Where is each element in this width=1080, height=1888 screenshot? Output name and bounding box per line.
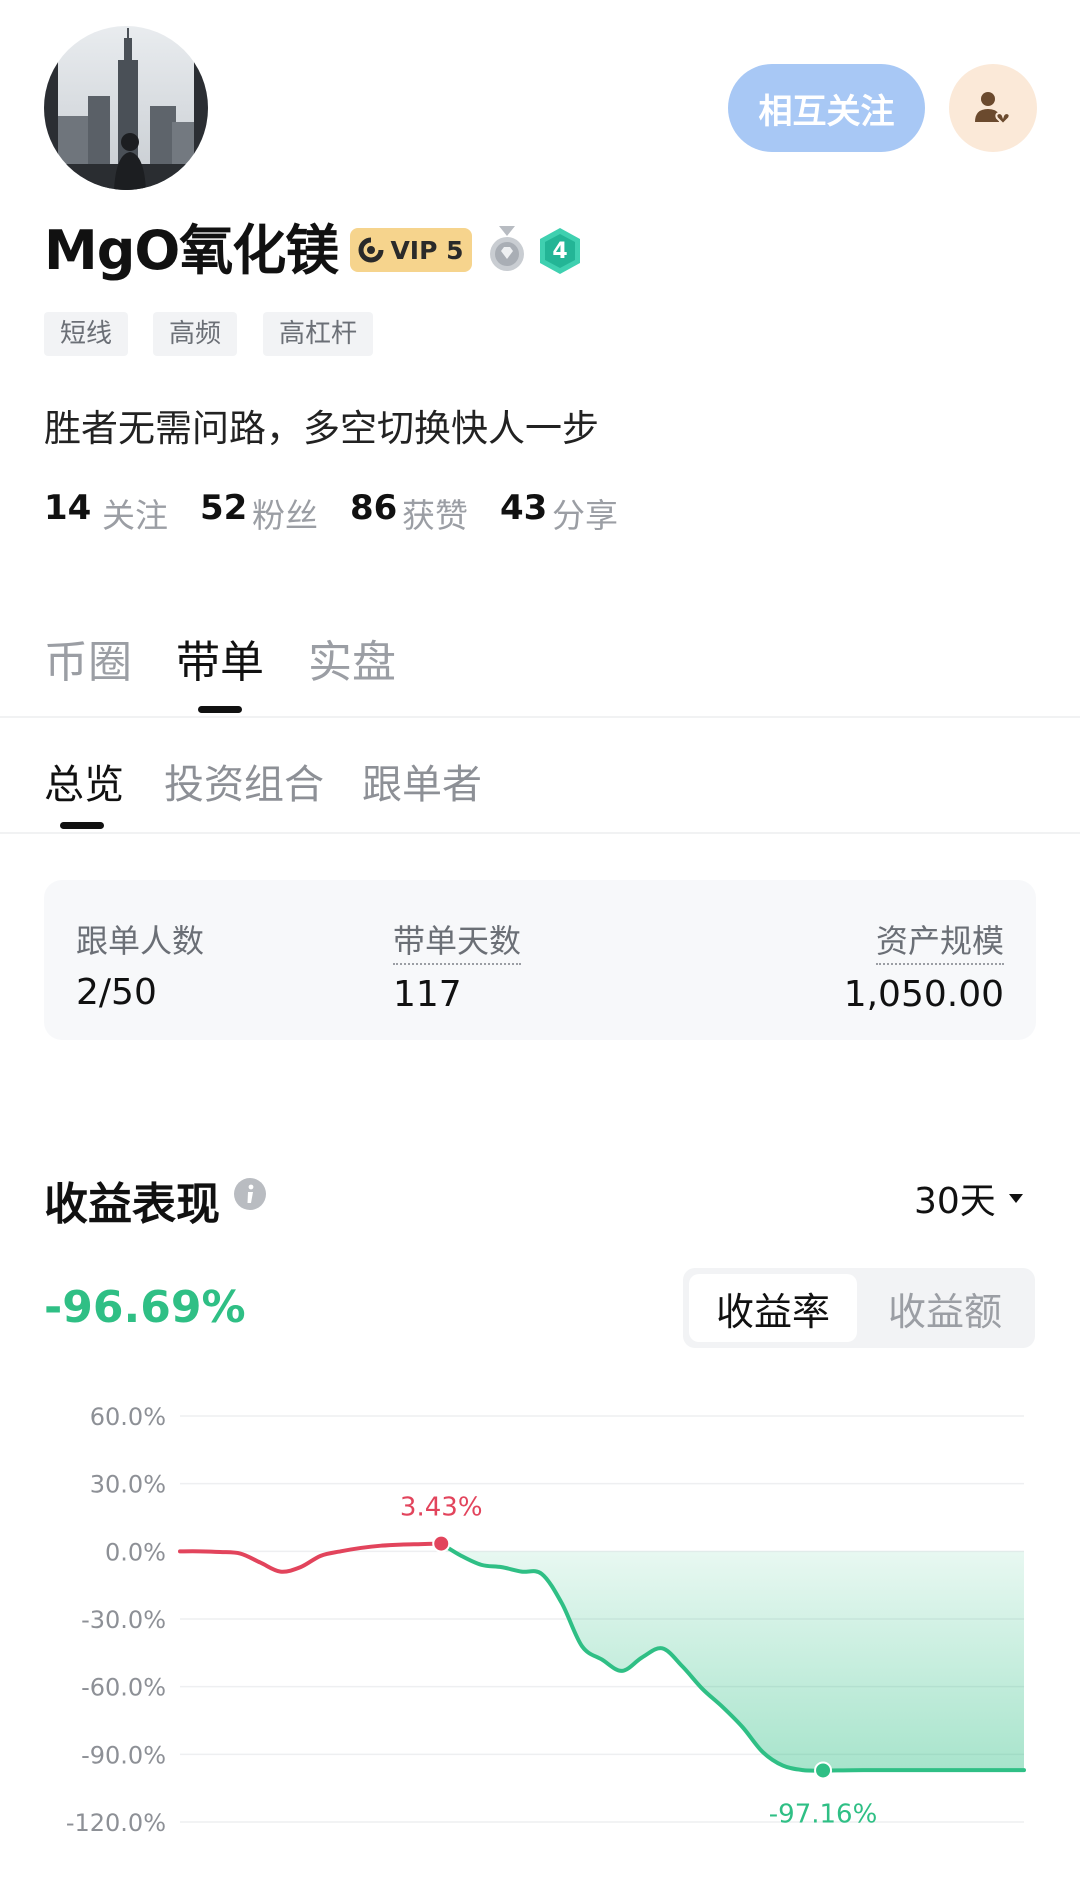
- level-number: 4: [552, 238, 568, 264]
- level-badge: 4: [537, 226, 583, 276]
- trading-days-value: 117: [393, 974, 462, 1015]
- user-heart-icon: [975, 92, 1011, 126]
- peak-point: [432, 1534, 451, 1553]
- aum-label[interactable]: 资产规模: [875, 916, 1004, 965]
- avatar-image: [44, 26, 208, 190]
- aum-value: 1,050.00: [843, 974, 1004, 1015]
- user-name: MgO氧化镁: [44, 219, 339, 282]
- subtab-overview[interactable]: 总览: [44, 752, 124, 810]
- tag-high-frequency: 高频: [153, 312, 238, 356]
- shares-label: 分享: [552, 496, 618, 535]
- subtabs-divider: [0, 832, 1080, 834]
- fans-label[interactable]: 粉丝: [252, 489, 318, 537]
- caret-down-icon: [1008, 1194, 1023, 1203]
- likes-count: 86: [350, 488, 398, 528]
- y-tick-label: 60.0%: [90, 1403, 166, 1431]
- likes-label: 获赞: [402, 496, 468, 535]
- trough-point: [814, 1761, 833, 1780]
- trading-days-label[interactable]: 带单天数: [393, 916, 522, 965]
- copy-followers-label: 跟单人数: [76, 922, 205, 960]
- subtab-followers[interactable]: 跟单者: [362, 752, 482, 810]
- mutual-follow-button[interactable]: 相互关注: [728, 64, 925, 152]
- subtab-portfolio[interactable]: 投资组合: [164, 752, 324, 810]
- toggle-return-rate[interactable]: 收益率: [689, 1274, 857, 1342]
- y-tick-label: -90.0%: [81, 1741, 166, 1769]
- shares-count: 43: [500, 488, 548, 528]
- tab-crypto[interactable]: 币圈: [44, 626, 132, 690]
- tag-short-term: 短线: [44, 312, 129, 356]
- fans-count[interactable]: 52: [200, 488, 247, 528]
- tab-copy-trading[interactable]: 带单: [176, 626, 264, 690]
- overview-card: 跟单人数 2/50 带单天数 117 资产规模 1,050.00: [44, 880, 1036, 1040]
- peak-label: 3.43%: [400, 1493, 483, 1523]
- vip-badge: VIP 5: [350, 228, 472, 272]
- copy-followers-value: 2/50: [76, 972, 157, 1013]
- following-count[interactable]: 14: [44, 488, 91, 528]
- performance-title: 收益表现: [44, 1179, 220, 1230]
- series-line-positive: [178, 1541, 444, 1574]
- y-tick-label: 30.0%: [90, 1471, 166, 1499]
- y-tick-label: -120.0%: [66, 1809, 166, 1837]
- tab-indicator: [198, 706, 242, 713]
- y-tick-label: -30.0%: [81, 1606, 166, 1634]
- period-label: 30天: [914, 1181, 996, 1222]
- trough-label: -97.16%: [769, 1799, 878, 1829]
- return-chart: 60.0% 30.0% 0.0% -30.0% -60.0% -90.0% -120.0% 3…: [66, 1403, 1026, 1837]
- medal-icon: [487, 226, 527, 274]
- following-label[interactable]: 关注: [102, 489, 168, 537]
- tab-live-trading[interactable]: 实盘: [308, 626, 396, 690]
- info-icon[interactable]: [234, 1178, 266, 1210]
- toggle-return-amount[interactable]: 收益额: [861, 1274, 1029, 1342]
- user-bio: 胜者无需问路，多空切换快人一步: [44, 407, 599, 450]
- total-return: -96.69%: [44, 1282, 246, 1333]
- y-tick-label: -60.0%: [81, 1674, 166, 1702]
- metric-toggle: 收益率 收益额: [683, 1268, 1035, 1348]
- user-settings-button[interactable]: [949, 64, 1037, 152]
- tabs-divider: [0, 716, 1080, 718]
- chart-area-fill: [441, 1543, 1024, 1771]
- vip-label: VIP 5: [390, 235, 464, 265]
- subtab-indicator: [60, 822, 104, 829]
- y-tick-label: 0.0%: [105, 1538, 166, 1566]
- vip-logo-icon: [358, 237, 384, 263]
- period-selector[interactable]: 30天: [914, 1172, 1024, 1224]
- avatar[interactable]: [44, 26, 208, 190]
- tag-high-leverage: 高杠杆: [263, 312, 374, 356]
